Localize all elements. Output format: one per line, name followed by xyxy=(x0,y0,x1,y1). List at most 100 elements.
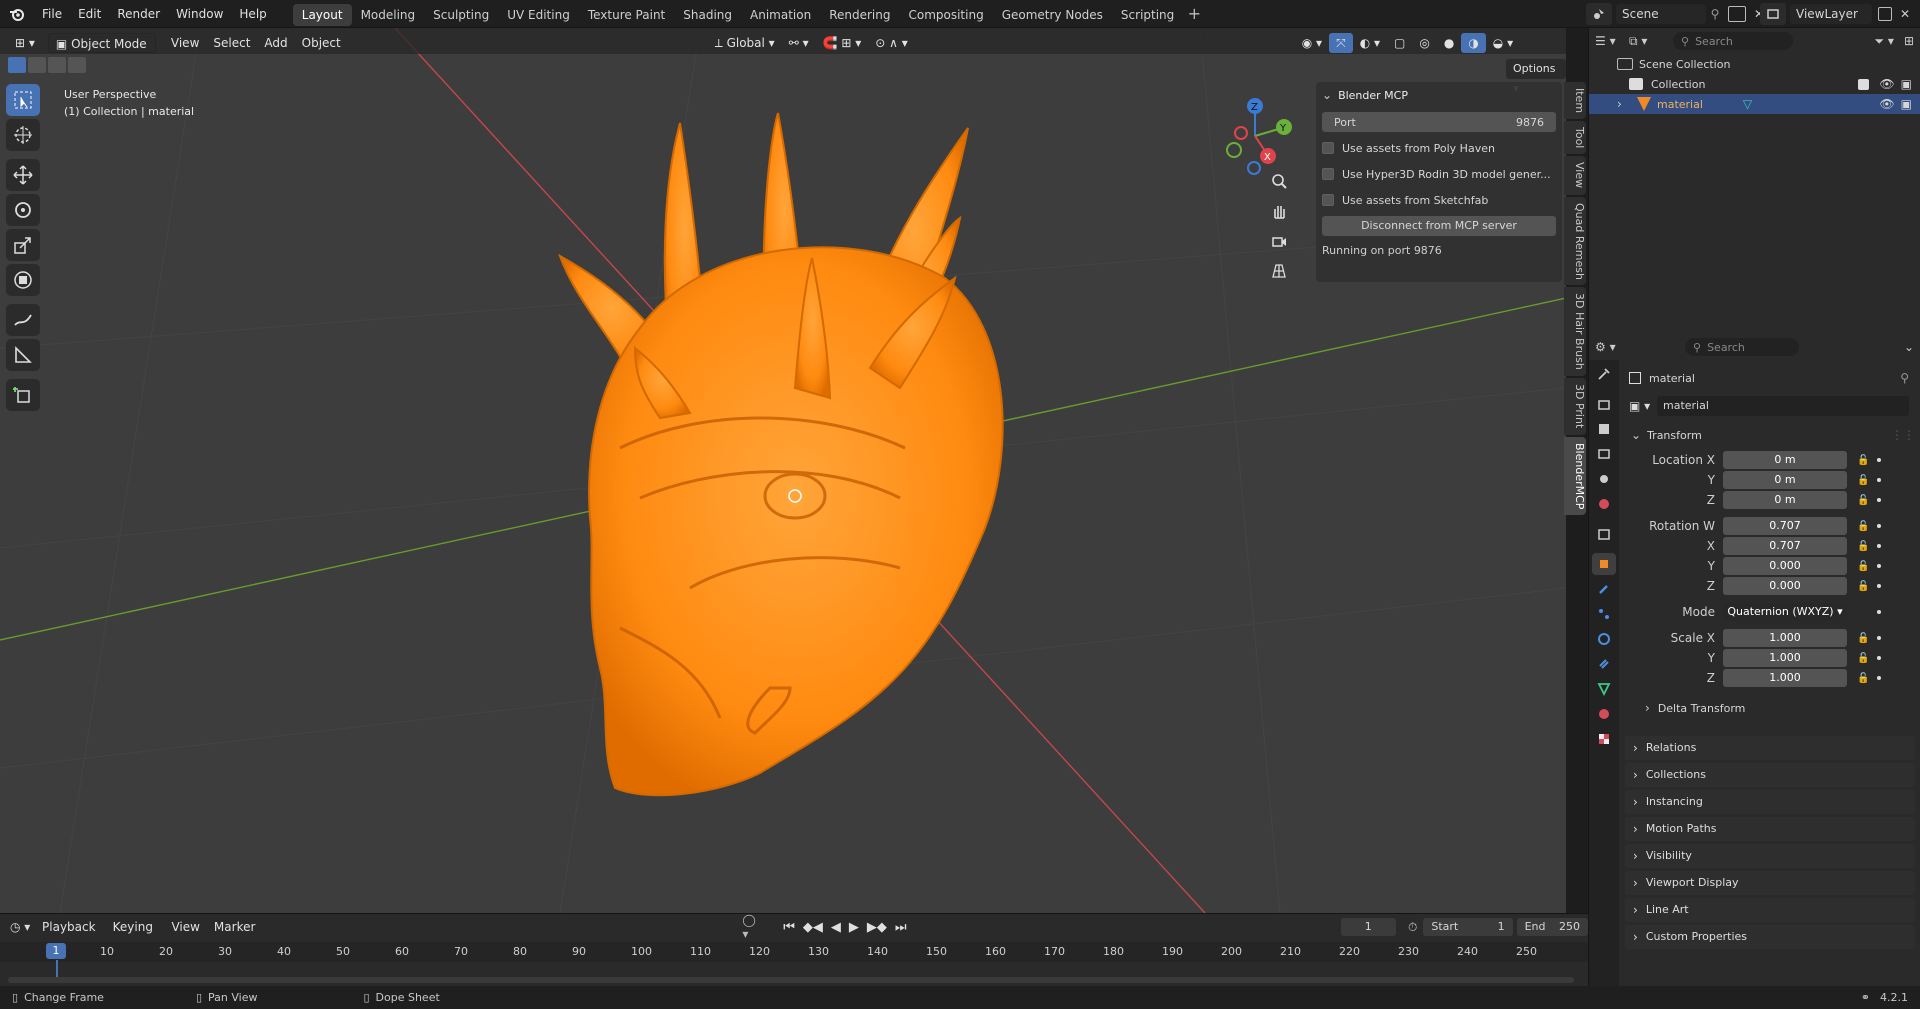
blender-logo-icon[interactable] xyxy=(0,0,34,28)
transform-tool[interactable] xyxy=(6,264,40,296)
tab-rendering[interactable]: Rendering xyxy=(820,4,899,26)
menu-keying[interactable]: Keying ▾ xyxy=(106,917,165,954)
material-object-row[interactable]: › material ▽ 👁 ▣ xyxy=(1589,94,1920,114)
3d-viewport[interactable]: ⊞ ▾ ▣ Object Mode ▾ View Select Add Obje… xyxy=(0,28,1566,913)
perspective-grid-icon[interactable] xyxy=(1266,258,1292,284)
cursor-tool[interactable] xyxy=(6,119,40,151)
scale-tool[interactable] xyxy=(6,229,40,261)
display-mode-icon[interactable]: ⧉ ▾ xyxy=(1629,34,1659,49)
view-layer-icon[interactable] xyxy=(1760,3,1786,25)
transform-header[interactable]: ⌄ Transform ⋮⋮ xyxy=(1625,424,1915,446)
scale-x-lock-icon[interactable]: 🔓 xyxy=(1857,633,1869,644)
physics-tab-icon[interactable] xyxy=(1592,628,1616,650)
rotation-w-keyframe-icon[interactable] xyxy=(1877,524,1882,528)
object-tab-icon[interactable] xyxy=(1592,553,1616,575)
data-tab-icon[interactable] xyxy=(1592,678,1616,700)
world-tab-icon[interactable] xyxy=(1592,493,1616,515)
rotation-z-keyframe-icon[interactable] xyxy=(1877,584,1882,588)
output-tab-icon[interactable] xyxy=(1592,418,1616,440)
collection-tab-icon[interactable] xyxy=(1592,523,1616,545)
particles-tab-icon[interactable] xyxy=(1592,603,1616,625)
constraints-tab-icon[interactable] xyxy=(1592,653,1616,675)
menu-render[interactable]: Render xyxy=(109,0,168,28)
stopwatch-icon[interactable]: ⏱ xyxy=(1408,920,1417,935)
move-tool[interactable] xyxy=(6,159,40,191)
menu-select[interactable]: Select xyxy=(206,33,257,53)
visibility-icon[interactable]: ◉ ▾ xyxy=(1295,33,1329,53)
overlay-icon[interactable]: ◐ ▾ xyxy=(1353,33,1387,53)
select-subtract-icon[interactable] xyxy=(48,57,66,73)
jump-end-icon[interactable]: ⏭ xyxy=(895,920,907,935)
section-custom-properties[interactable]: › Custom Properties xyxy=(1625,925,1915,949)
scale-y-field[interactable]: 1.000 xyxy=(1723,649,1847,667)
select-intersect-icon[interactable] xyxy=(68,57,86,73)
rotation-w-lock-icon[interactable]: 🔓 xyxy=(1857,521,1869,532)
select-new-icon[interactable] xyxy=(8,57,26,73)
tab-sculpting[interactable]: Sculpting xyxy=(424,4,498,26)
camera-view-icon[interactable] xyxy=(1266,228,1292,254)
location-x-field[interactable]: 0 m xyxy=(1723,451,1847,469)
section-instancing[interactable]: › Instancing xyxy=(1625,790,1915,814)
tab-layout[interactable]: Layout xyxy=(292,4,352,26)
tab-item[interactable]: Item xyxy=(1564,82,1586,120)
gizmo-icon[interactable]: ⤧ xyxy=(1329,32,1353,53)
zoom-icon[interactable] xyxy=(1266,168,1292,194)
xray-icon[interactable]: ▢ xyxy=(1387,33,1412,53)
next-keyframe-icon[interactable]: ▶◆ xyxy=(867,920,887,935)
tab-quad-remesh[interactable]: Quad Remesh xyxy=(1564,196,1586,286)
tab-blendermcp[interactable]: BlenderMCP xyxy=(1564,436,1586,515)
proportional-edit-icon[interactable]: ⊙ ∧ ▾ xyxy=(868,33,915,53)
add-cube-tool[interactable] xyxy=(6,379,40,411)
collection-eye-icon[interactable]: 👁 xyxy=(1879,77,1894,91)
scale-z-keyframe-icon[interactable] xyxy=(1877,676,1882,680)
render-tab-icon[interactable] xyxy=(1592,393,1616,415)
location-y-keyframe-icon[interactable] xyxy=(1877,478,1882,482)
collection-exclude-checkbox[interactable] xyxy=(1858,78,1870,90)
menu-object[interactable]: Object xyxy=(295,33,348,53)
poly-haven-option[interactable]: Use assets from Poly Haven xyxy=(1322,136,1556,160)
object-camera-icon[interactable]: ▣ xyxy=(1901,97,1912,111)
annotate-tool[interactable] xyxy=(6,304,40,336)
add-workspace-icon[interactable]: + xyxy=(1183,4,1205,23)
collection-camera-icon[interactable]: ▣ xyxy=(1901,77,1912,91)
section-viewport-display[interactable]: › Viewport Display xyxy=(1625,871,1915,895)
menu-timeline-view[interactable]: View xyxy=(164,917,206,937)
delete-view-layer-icon[interactable]: ✕ xyxy=(1896,7,1914,21)
timeline-scrollbar[interactable] xyxy=(8,977,1574,983)
jump-start-icon[interactable]: ⏮ xyxy=(783,920,795,935)
hyper3d-option[interactable]: Use Hyper3D Rodin 3D model gener... xyxy=(1322,162,1556,186)
datablock-type-icon[interactable]: ▣ ▾ xyxy=(1629,399,1657,413)
shading-solid-icon[interactable]: ● xyxy=(1437,33,1461,53)
texture-tab-icon[interactable] xyxy=(1592,728,1616,750)
tab-geometry-nodes[interactable]: Geometry Nodes xyxy=(993,4,1112,26)
section-visibility[interactable]: › Visibility xyxy=(1625,844,1915,868)
shading-rendered-icon[interactable]: ◒ ▾ xyxy=(1486,33,1520,53)
outliner-editor-icon[interactable]: ☰ ▾ xyxy=(1595,34,1625,48)
tab-modeling[interactable]: Modeling xyxy=(352,4,425,26)
auto-key-icon[interactable]: ◯ ▾ xyxy=(742,913,763,941)
select-extend-icon[interactable] xyxy=(28,57,46,73)
filter-icon[interactable]: ⏷ ▾ xyxy=(1874,34,1893,49)
scene-tab-icon[interactable] xyxy=(1592,468,1616,490)
select-box-tool[interactable] xyxy=(6,84,40,116)
delta-transform-subpanel[interactable]: › Delta Transform xyxy=(1625,696,1915,720)
prev-keyframe-icon[interactable]: ◆◀ xyxy=(803,920,823,935)
mode-keyframe-icon[interactable] xyxy=(1877,610,1881,614)
poly-haven-checkbox[interactable] xyxy=(1322,142,1334,154)
new-collection-icon[interactable]: ⊞ xyxy=(1904,34,1914,48)
start-frame-field[interactable]: Start 1 xyxy=(1423,918,1513,936)
menu-window[interactable]: Window xyxy=(168,0,231,28)
material-tab-icon[interactable] xyxy=(1592,703,1616,725)
tool-tab-icon[interactable] xyxy=(1592,363,1616,385)
rotation-y-field[interactable]: 0.000 xyxy=(1723,557,1847,575)
section-line-art[interactable]: › Line Art xyxy=(1625,898,1915,922)
rotation-x-keyframe-icon[interactable] xyxy=(1877,544,1882,548)
transform-orientation[interactable]: ⟂ Global ▾ xyxy=(708,33,782,53)
location-x-lock-icon[interactable]: 🔓 xyxy=(1857,455,1869,466)
rotate-tool[interactable] xyxy=(6,194,40,226)
scale-x-field[interactable]: 1.000 xyxy=(1723,629,1847,647)
outliner-search[interactable]: ⚲ Search xyxy=(1673,32,1793,50)
tab-tool[interactable]: Tool xyxy=(1564,121,1586,155)
shading-material-icon[interactable]: ◑ xyxy=(1461,32,1486,53)
tab-view[interactable]: View xyxy=(1564,156,1586,195)
